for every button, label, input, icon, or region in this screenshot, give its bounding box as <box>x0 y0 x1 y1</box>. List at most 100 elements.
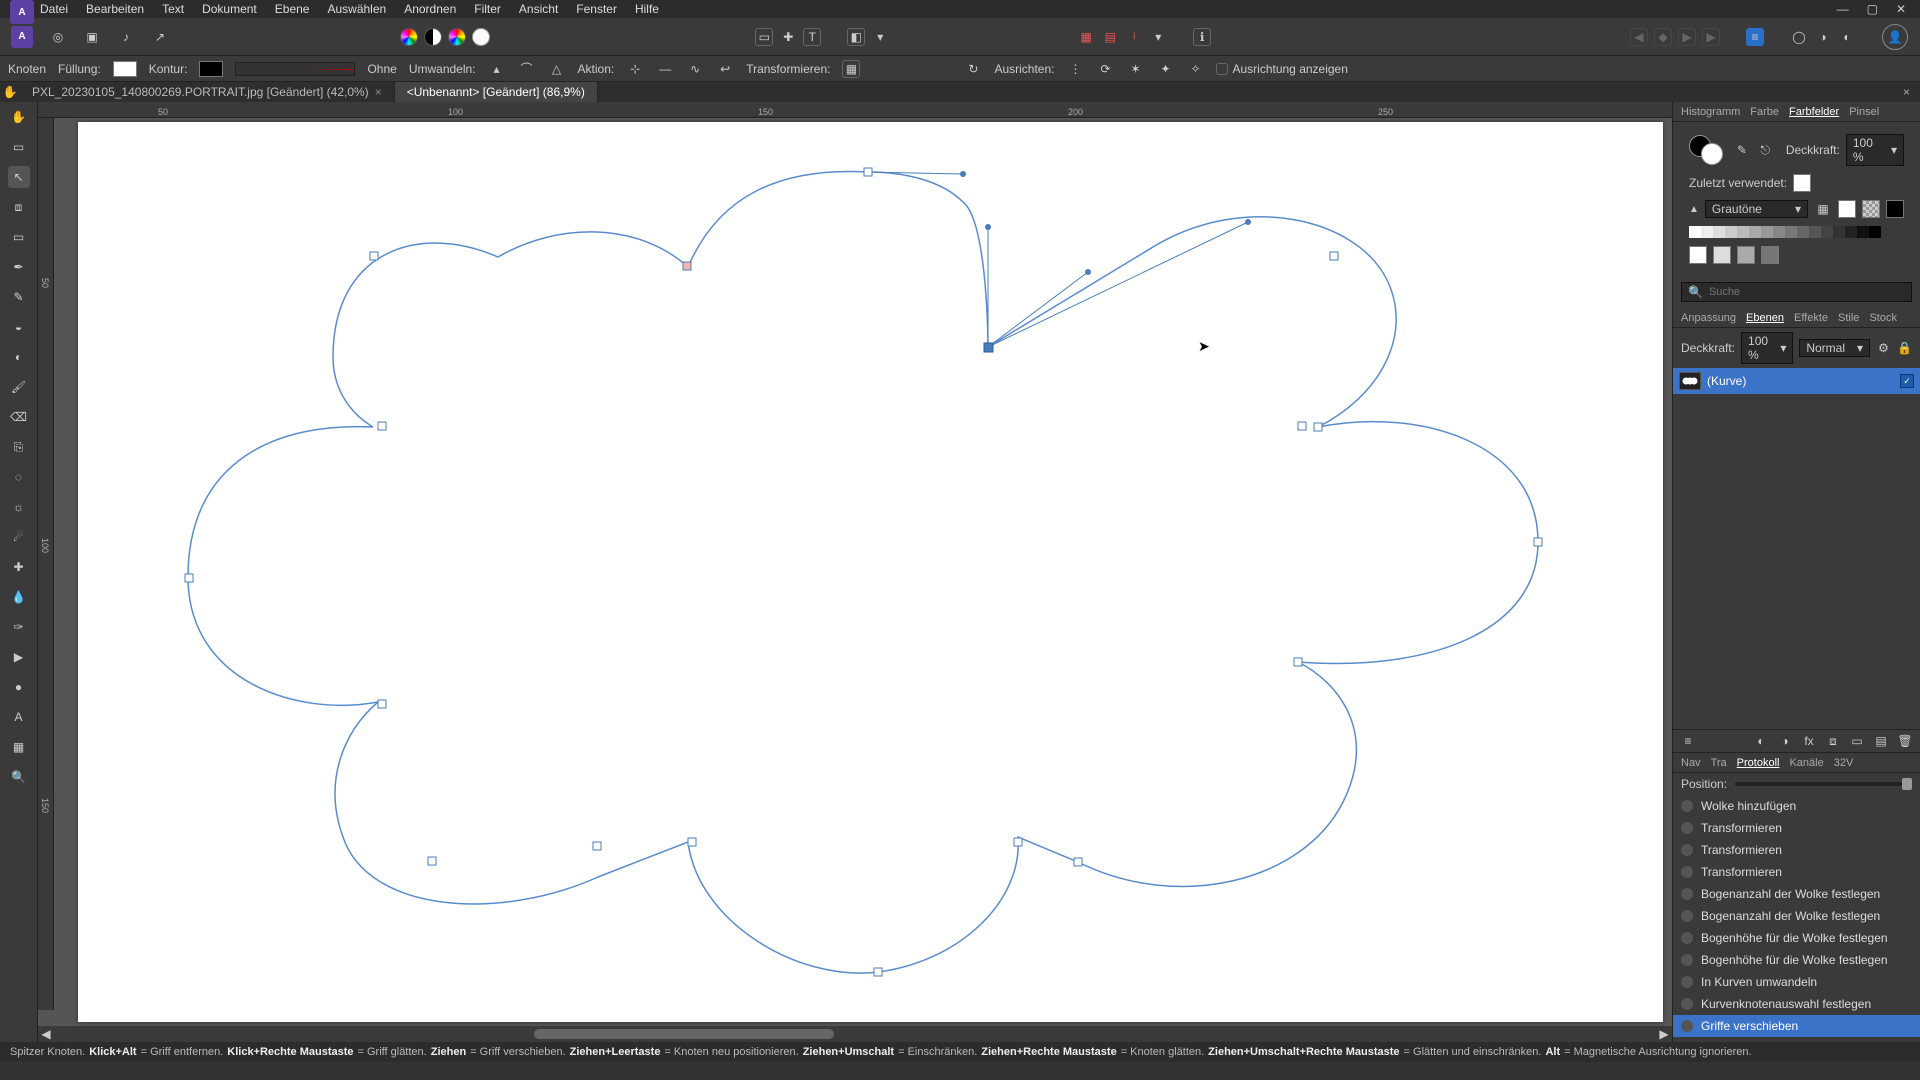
show-alignment-checkbox[interactable]: Ausrichtung anzeigen <box>1216 62 1347 76</box>
gray-swatch[interactable] <box>1725 226 1737 238</box>
palette-selector[interactable]: Grautöne▾ <box>1705 200 1808 218</box>
history-item[interactable]: Transformieren <box>1673 839 1920 861</box>
convert-smooth-icon[interactable]: ⌒ <box>518 60 536 78</box>
menu-ansicht[interactable]: Ansicht <box>519 2 558 16</box>
pen-tool[interactable]: ✒ <box>8 256 30 278</box>
document-tab-0[interactable]: PXL_20230105_140800269.PORTRAIT.jpg [Geä… <box>20 82 395 102</box>
menu-anordnen[interactable]: Anordnen <box>404 2 456 16</box>
gray-swatch[interactable] <box>1737 226 1749 238</box>
cycle-selection-icon[interactable]: ↻ <box>964 60 982 78</box>
history-item[interactable]: Griffe verschieben <box>1673 1015 1920 1037</box>
selection-subtract-icon[interactable]: T <box>803 28 821 46</box>
menu-auswaehlen[interactable]: Auswählen <box>327 2 386 16</box>
rectangle-tool[interactable]: ● <box>8 676 30 698</box>
group-icon[interactable]: ▭ <box>1848 732 1866 750</box>
clone-tool[interactable]: ⎘ <box>8 436 30 458</box>
stroke-width-value[interactable]: Ohne <box>367 62 396 76</box>
fx-icon[interactable]: fx <box>1800 732 1818 750</box>
menu-datei[interactable]: Datei <box>40 2 68 16</box>
gradient-tool[interactable]: ◐ <box>8 346 30 368</box>
quickmask-icon[interactable]: ◧ <box>847 28 865 46</box>
document-tab-1[interactable]: <Unbenannt> [Geändert] (86,9%) <box>395 82 598 102</box>
tab-histogramm[interactable]: Histogramm <box>1681 106 1740 118</box>
gray-swatch[interactable] <box>1833 226 1845 238</box>
shape-tool[interactable]: ▶ <box>8 646 30 668</box>
layer-item-curve[interactable]: (Kurve) ✓ <box>1673 368 1920 394</box>
assistant-icon[interactable]: ℹ <box>1193 28 1211 46</box>
guide-red-icon[interactable]: ▤ <box>1101 28 1119 46</box>
transform-mode-icon[interactable]: ▦ <box>842 60 860 78</box>
align-nodes-2-icon[interactable]: ⟳ <box>1096 60 1114 78</box>
delete-layer-icon[interactable]: 🗑 <box>1896 732 1914 750</box>
history-item[interactable]: Transformieren <box>1673 817 1920 839</box>
convert-sharp-icon[interactable]: ▴ <box>488 60 506 78</box>
history-item[interactable]: Bogenanzahl der Wolke festlegen <box>1673 883 1920 905</box>
layers-menu-icon[interactable]: ≡ <box>1679 732 1697 750</box>
account-icon[interactable]: 👤 <box>1882 24 1908 50</box>
swatch-gray1[interactable] <box>1713 246 1731 264</box>
gray-swatch[interactable] <box>1845 226 1857 238</box>
gray-swatch[interactable] <box>1797 226 1809 238</box>
gray-swatch[interactable] <box>1749 226 1761 238</box>
gray-ramp[interactable] <box>1689 226 1881 238</box>
search-input[interactable] <box>1709 286 1905 298</box>
history-item[interactable]: Wolke hinzufügen <box>1673 795 1920 817</box>
pencil-tool[interactable]: ✎ <box>8 286 30 308</box>
node-tool[interactable]: ↖ <box>8 166 30 188</box>
menu-bearbeiten[interactable]: Bearbeiten <box>86 2 144 16</box>
color-picker-icon[interactable]: ⎋ <box>1757 141 1774 159</box>
zoom-tool[interactable]: 🔍 <box>8 766 30 788</box>
close-icon[interactable]: × <box>375 85 382 99</box>
mesh-tool[interactable]: ▦ <box>8 736 30 758</box>
canvas-page[interactable]: ➤ <box>78 122 1663 1022</box>
history-item[interactable]: Bogenanzahl der Wolke festlegen <box>1673 905 1920 927</box>
blur-tool[interactable]: ◌ <box>8 466 30 488</box>
gray-swatch[interactable] <box>1713 226 1725 238</box>
gear-icon[interactable]: ⚙ <box>1876 339 1891 357</box>
menu-text[interactable]: Text <box>162 2 184 16</box>
menu-dokument[interactable]: Dokument <box>202 2 257 16</box>
selection-add-icon[interactable]: ✚ <box>779 28 797 46</box>
tab-effekte[interactable]: Effekte <box>1794 312 1828 324</box>
tab-farbe[interactable]: Farbe <box>1750 106 1779 118</box>
layer-visibility-checkbox[interactable]: ✓ <box>1900 374 1914 388</box>
no-color-icon[interactable] <box>472 28 490 46</box>
photo-persona-icon[interactable]: A <box>8 23 36 51</box>
boolean-add-icon[interactable]: ◯ <box>1790 28 1808 46</box>
gray-swatch[interactable] <box>1821 226 1833 238</box>
add-layer-icon[interactable]: ▤ <box>1872 732 1890 750</box>
gray-swatch[interactable] <box>1701 226 1713 238</box>
align-nodes-5-icon[interactable]: ✧ <box>1186 60 1204 78</box>
marquee-tool[interactable]: ▭ <box>8 226 30 248</box>
develop-persona-icon[interactable]: ▣ <box>78 23 106 51</box>
gray-swatch[interactable] <box>1773 226 1785 238</box>
history-item[interactable]: Bogenhöhe für die Wolke festlegen <box>1673 949 1920 971</box>
tab-pinsel[interactable]: Pinsel <box>1849 106 1879 118</box>
eyedropper-icon[interactable]: ✎ <box>1733 141 1750 159</box>
tab-32v[interactable]: 32V <box>1834 757 1854 769</box>
align-nodes-1-icon[interactable]: ⋮ <box>1066 60 1084 78</box>
mask-icon[interactable]: ◐ <box>1752 732 1770 750</box>
smudge-tool[interactable]: ☄ <box>8 526 30 548</box>
gray-swatch[interactable] <box>1869 226 1881 238</box>
text-tool[interactable]: A <box>8 706 30 728</box>
foreground-background-swatch[interactable] <box>1689 135 1727 165</box>
vector-tool[interactable]: ✑ <box>8 616 30 638</box>
adjust-icon[interactable]: ◑ <box>1776 732 1794 750</box>
hand-tool-icon[interactable]: ✋ <box>0 82 20 102</box>
tab-kanaele[interactable]: Kanäle <box>1789 757 1823 769</box>
grayscale-icon[interactable] <box>424 28 442 46</box>
menu-fenster[interactable]: Fenster <box>576 2 617 16</box>
action-break-icon[interactable]: ⊹ <box>626 60 644 78</box>
tab-stile[interactable]: Stile <box>1838 312 1859 324</box>
tab-stock[interactable]: Stock <box>1869 312 1897 324</box>
search-field[interactable]: 🔍 <box>1681 282 1912 302</box>
boolean-intersect-icon[interactable]: ◐ <box>1838 28 1856 46</box>
grid-red-icon[interactable]: ▦ <box>1077 28 1095 46</box>
scrollbar-horizontal[interactable]: ◀ ▶ <box>38 1026 1672 1042</box>
selection-new-icon[interactable]: ▭ <box>755 28 773 46</box>
crop-layer-icon[interactable]: ⧈ <box>1824 732 1842 750</box>
brush-tool[interactable]: 🖌 <box>8 376 30 398</box>
align-nodes-3-icon[interactable]: ✶ <box>1126 60 1144 78</box>
opacity-field[interactable]: 100 % ▾ <box>1846 134 1904 166</box>
